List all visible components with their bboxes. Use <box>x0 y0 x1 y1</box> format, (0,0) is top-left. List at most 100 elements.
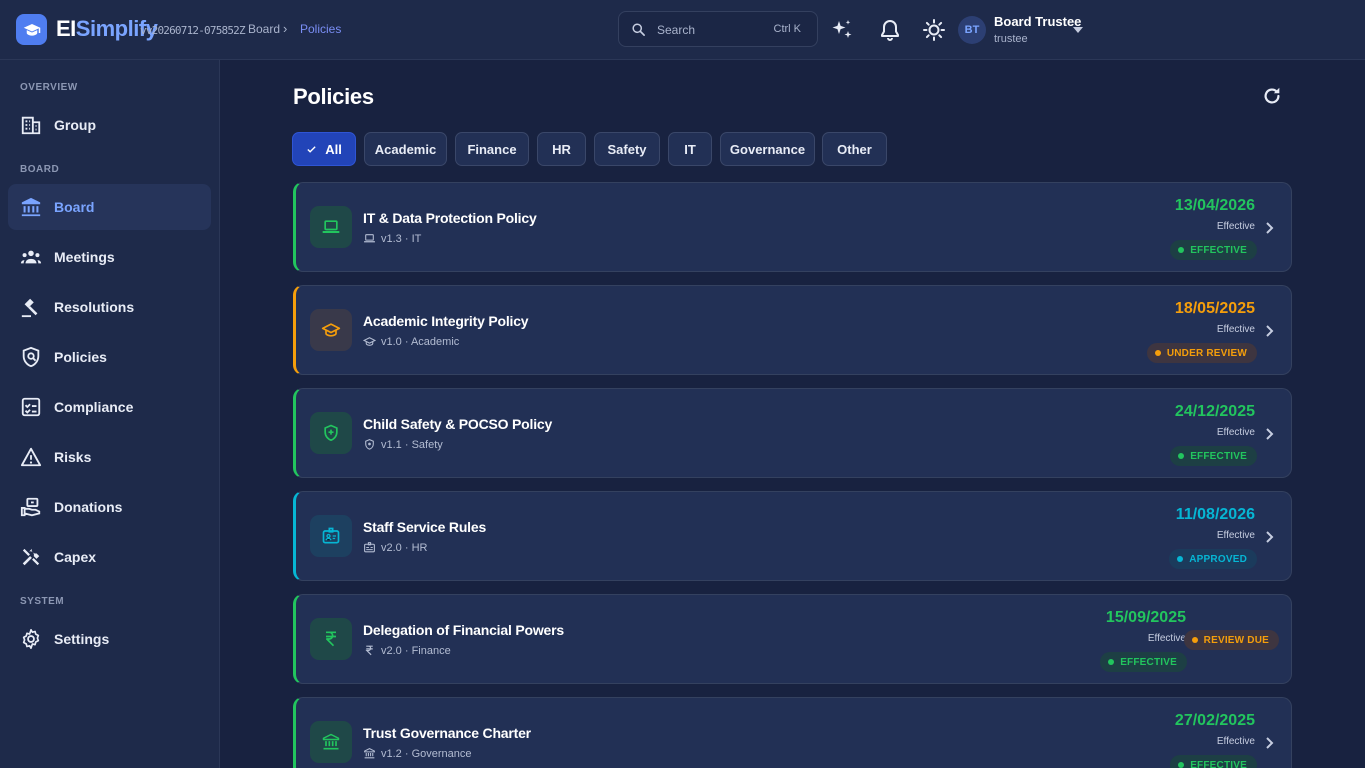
policy-date-label: Effective <box>1216 530 1255 541</box>
policy-title: Academic Integrity Policy <box>363 313 529 329</box>
user-name[interactable]: Board Trustee <box>994 14 1081 29</box>
filter-chip-label: All <box>325 141 342 157</box>
tools-icon <box>22 548 40 566</box>
sidebar-item-label: Board <box>54 199 95 215</box>
policy-card[interactable]: IT & Data Protection Policy v1.3 · IT 13… <box>293 182 1292 272</box>
sidebar-item-risks[interactable]: Risks <box>8 434 211 480</box>
sidebar-item-label: Compliance <box>54 399 134 415</box>
brand-part-1: EI <box>56 16 76 41</box>
policy-title: Trust Governance Charter <box>363 725 531 741</box>
policy-version: v2.0 · HR <box>381 541 428 554</box>
policy-meta: v2.0 · HR <box>363 541 427 554</box>
filter-chip-governance[interactable]: Governance <box>720 132 815 166</box>
filter-chip-it[interactable]: IT <box>668 132 712 166</box>
status-badge: EFFECTIVE <box>1170 446 1257 466</box>
sidebar-item-board[interactable]: Board <box>8 184 211 230</box>
search-placeholder: Search <box>657 23 696 37</box>
filter-chip-all[interactable]: All <box>292 132 356 166</box>
breadcrumb-board[interactable]: Board <box>248 22 280 36</box>
building-icon <box>21 116 41 135</box>
policy-date: 18/05/2025 <box>1174 300 1255 317</box>
policy-date-label: Effective <box>1216 324 1255 335</box>
sidebar-item-label: Resolutions <box>54 299 135 315</box>
policy-version: v1.3 · IT <box>381 232 422 245</box>
sidebar-item-resolutions[interactable]: Resolutions <box>8 284 211 330</box>
filter-chip-other[interactable]: Other <box>822 132 887 166</box>
shield-icon <box>365 439 374 450</box>
policy-version: v1.1 · Safety <box>381 438 443 451</box>
sidebar-item-policies[interactable]: Policies <box>8 334 211 380</box>
filter-chip-label: HR <box>552 141 571 157</box>
policy-card[interactable]: Academic Integrity Policy v1.0 · Academi… <box>293 285 1292 375</box>
check-icon <box>307 145 316 153</box>
policy-icon-box <box>310 721 352 763</box>
filter-chip-label: Academic <box>374 141 437 157</box>
policy-date-label: Effective <box>1216 427 1255 438</box>
policy-date: 13/04/2026 <box>1174 197 1255 214</box>
policy-title: Child Safety & POCSO Policy <box>363 416 553 432</box>
graduation-cap-icon <box>23 23 40 36</box>
policy-meta: v1.1 · Safety <box>363 438 443 451</box>
policy-card[interactable]: Child Safety & POCSO Policy v1.1 · Safet… <box>293 388 1292 478</box>
sidebar-item-label: Settings <box>54 631 110 647</box>
bell-icon[interactable] <box>878 18 902 42</box>
status-text: EFFECTIVE <box>1120 656 1177 668</box>
filter-chip-finance[interactable]: Finance <box>455 132 529 166</box>
sparkle-icon[interactable] <box>830 18 854 42</box>
policy-date-label: Effective <box>1216 736 1255 747</box>
policy-shield-icon <box>22 346 40 368</box>
filter-chip-academic[interactable]: Academic <box>364 132 447 166</box>
breadcrumb-separator: › <box>283 21 288 36</box>
sidebar-item-label: Capex <box>54 549 97 565</box>
page-title: Policies <box>293 84 374 109</box>
policy-icon-box <box>310 515 352 557</box>
policy-icon-box <box>310 206 352 248</box>
app-logo[interactable] <box>16 14 47 45</box>
policy-title: IT & Data Protection Policy <box>363 210 537 226</box>
filter-chip-hr[interactable]: HR <box>537 132 586 166</box>
policy-card[interactable]: Delegation of Financial Powers v2.0 · Fi… <box>293 594 1292 684</box>
search-input[interactable]: Search Ctrl K <box>618 11 818 47</box>
sidebar-item-compliance[interactable]: Compliance <box>8 384 211 430</box>
laptop-icon <box>322 220 340 233</box>
avatar[interactable]: BT <box>958 16 986 44</box>
chevron-right-icon <box>1266 531 1274 543</box>
policy-version: v1.2 · Governance <box>381 747 472 760</box>
status-text: EFFECTIVE <box>1190 244 1247 256</box>
policy-version: v2.0 · Finance <box>381 644 451 657</box>
chevron-down-icon[interactable] <box>1073 27 1083 33</box>
sidebar-item-group[interactable]: Group <box>8 102 211 148</box>
bank-icon <box>322 733 340 750</box>
id-badge-icon <box>322 527 340 544</box>
graduation-cap-icon <box>321 323 341 337</box>
sidebar-item-donations[interactable]: Donations <box>8 484 211 530</box>
filter-chip-label: Other <box>837 141 872 157</box>
policy-meta: v1.0 · Academic <box>363 335 459 348</box>
search-icon <box>632 23 645 36</box>
sidebar: OVERVIEW Group BOARD Board Meetings Reso… <box>0 60 220 768</box>
donation-icon <box>20 497 41 517</box>
sun-icon[interactable] <box>922 18 946 42</box>
filter-chip-label: Finance <box>467 141 517 157</box>
bank-icon <box>364 748 375 759</box>
status-text: APPROVED <box>1189 553 1247 565</box>
policy-card[interactable]: Staff Service Rules v2.0 · HR 11/08/2026… <box>293 491 1292 581</box>
policy-title: Delegation of Financial Powers <box>363 622 564 638</box>
sidebar-item-capex[interactable]: Capex <box>8 534 211 580</box>
status-text: REVIEW DUE <box>1203 634 1269 646</box>
rupee-icon <box>326 631 336 647</box>
chevron-right-icon <box>1266 325 1274 337</box>
status-badge: EFFECTIVE <box>1170 755 1257 768</box>
policy-card[interactable]: Trust Governance Charter v1.2 · Governan… <box>293 697 1292 768</box>
status-badge: APPROVED <box>1169 549 1257 569</box>
status-badge: EFFECTIVE <box>1170 240 1257 260</box>
graduation-cap-icon <box>363 337 376 346</box>
sidebar-item-settings[interactable]: Settings <box>8 616 211 662</box>
refresh-icon[interactable] <box>1261 85 1283 107</box>
sidebar-item-meetings[interactable]: Meetings <box>8 234 211 280</box>
section-system: SYSTEM <box>20 596 65 607</box>
policy-date: 11/08/2026 <box>1175 506 1255 523</box>
section-overview: OVERVIEW <box>20 82 78 93</box>
chevron-right-icon <box>1266 737 1274 749</box>
filter-chip-safety[interactable]: Safety <box>594 132 660 166</box>
